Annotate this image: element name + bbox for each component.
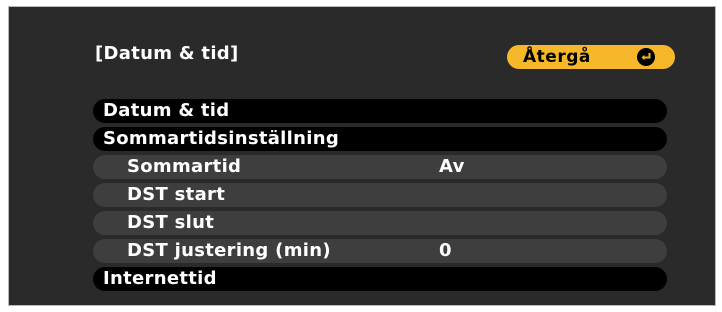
menu-item-label: DST start (127, 184, 226, 205)
menu-item-dst-start[interactable]: DST start (93, 183, 667, 207)
menu-item-label: Datum & tid (103, 100, 230, 121)
menu-item-date-time[interactable]: Datum & tid (93, 99, 667, 123)
menu-item-daylight-saving[interactable]: Sommartid Av (93, 155, 667, 179)
menu-item-label: DST justering (min) (127, 240, 331, 261)
settings-menu: Datum & tid Sommartidsinställning Sommar… (93, 99, 667, 295)
menu-item-label: Internettid (103, 268, 217, 289)
menu-item-daylight-saving-settings[interactable]: Sommartidsinställning (93, 127, 667, 151)
page-title: [Datum & tid] (95, 43, 239, 64)
menu-item-dst-end[interactable]: DST slut (93, 211, 667, 235)
menu-item-internet-time[interactable]: Internettid (93, 267, 667, 291)
menu-item-label: Sommartidsinställning (103, 128, 340, 149)
menu-item-label: Sommartid (127, 156, 242, 177)
enter-icon (637, 48, 655, 66)
back-button[interactable]: Återgå (507, 45, 675, 69)
back-button-label: Återgå (523, 47, 591, 67)
menu-item-value: 0 (439, 240, 452, 261)
menu-item-label: DST slut (127, 212, 215, 233)
projector-menu-screen: [Datum & tid] Återgå Datum & tid Sommart… (8, 6, 716, 306)
menu-item-value: Av (439, 156, 465, 177)
menu-item-dst-adjustment[interactable]: DST justering (min) 0 (93, 239, 667, 263)
